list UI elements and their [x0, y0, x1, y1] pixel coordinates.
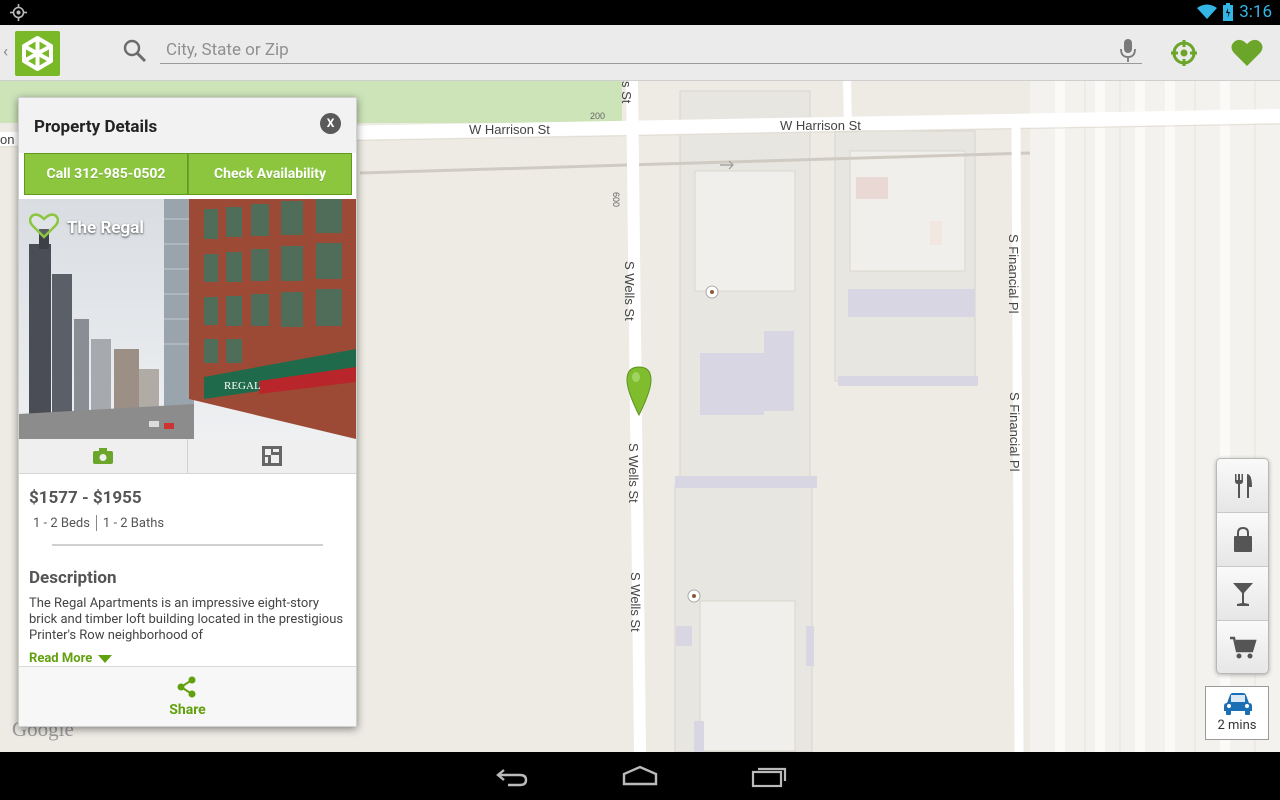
chevron-down-icon: [98, 654, 113, 663]
battery-icon: [1223, 3, 1234, 21]
share-label: Share: [169, 702, 206, 718]
street-number-label: 200: [590, 111, 606, 121]
floorplan-tab[interactable]: [187, 439, 356, 473]
wifi-icon: [1197, 4, 1218, 19]
favorite-heart-icon[interactable]: [29, 213, 59, 239]
street-label: s St: [619, 81, 634, 104]
price-range: $1577 - $1955: [29, 488, 142, 508]
share-button[interactable]: Share: [19, 666, 356, 726]
poi-toolbar: [1216, 458, 1269, 674]
locate-icon[interactable]: [1168, 37, 1200, 69]
street-label: S Financial Pl: [1007, 392, 1022, 472]
cocktail-icon: [1232, 582, 1253, 606]
up-caret-icon[interactable]: ‹: [3, 42, 8, 62]
read-more-link[interactable]: Read More: [29, 651, 113, 666]
car-icon: [1224, 693, 1252, 715]
search-icon[interactable]: [122, 38, 148, 64]
property-details-panel: Property Details X Call 312-985-0502 Che…: [18, 97, 357, 727]
search-input[interactable]: [160, 36, 1142, 64]
read-more-label: Read More: [29, 651, 93, 666]
nightlife-button[interactable]: [1217, 567, 1268, 621]
favorites-heart-icon[interactable]: [1230, 37, 1264, 69]
beds-count: 1 - 2 Beds: [33, 515, 90, 531]
back-icon[interactable]: [494, 764, 530, 788]
clock: 3:16: [1239, 2, 1272, 22]
street-label: S Financial Pl: [1006, 234, 1021, 314]
gps-icon: [10, 4, 27, 21]
system-navigation-bar: [0, 752, 1280, 800]
panel-header: Property Details X: [19, 98, 356, 153]
property-photo[interactable]: REGAL The Regal: [19, 199, 356, 439]
commute-time-button[interactable]: 2 mins: [1205, 686, 1269, 740]
street-label: W Harrison St: [780, 118, 861, 133]
camera-icon: [93, 448, 113, 464]
call-button[interactable]: Call 312-985-0502: [24, 153, 188, 195]
commute-time: 2 mins: [1217, 718, 1257, 733]
baths-count: 1 - 2 Baths: [102, 515, 165, 531]
shopping-button[interactable]: [1217, 513, 1268, 567]
photos-tab[interactable]: [19, 439, 187, 473]
floorplan-icon: [262, 446, 282, 466]
close-button[interactable]: X: [320, 113, 341, 134]
shopping-cart-icon: [1229, 636, 1257, 659]
divider: [52, 544, 323, 546]
app-logo[interactable]: [15, 31, 60, 76]
recent-apps-icon[interactable]: [751, 764, 787, 788]
street-label: S Wells St: [622, 261, 637, 321]
status-bar: 3:16: [0, 0, 1280, 25]
action-buttons: Call 312-985-0502 Check Availability: [24, 153, 352, 195]
svg-text:REGAL: REGAL: [224, 380, 261, 392]
microphone-icon[interactable]: [1118, 38, 1138, 64]
property-name: The Regal: [67, 218, 144, 238]
check-availability-button[interactable]: Check Availability: [188, 153, 352, 195]
fork-knife-icon: [1234, 473, 1252, 498]
shopping-bag-icon: [1233, 526, 1252, 552]
grocery-button[interactable]: [1217, 621, 1268, 673]
media-tabs: [19, 439, 356, 474]
street-label: S Wells St: [628, 572, 643, 632]
action-bar: ‹: [0, 25, 1280, 81]
beds-baths: 1 - 2 Beds 1 - 2 Baths: [33, 515, 164, 531]
street-label: W Harrison St: [469, 122, 550, 137]
street-label: S Wells St: [626, 443, 641, 503]
restaurants-button[interactable]: [1217, 459, 1268, 513]
panel-title: Property Details: [34, 117, 158, 137]
description-heading: Description: [29, 568, 117, 588]
home-icon[interactable]: [622, 764, 658, 788]
separator: [95, 515, 97, 531]
street-number-label: 600: [611, 192, 621, 208]
share-icon: [177, 676, 196, 698]
recycle-logo-icon: [22, 36, 53, 71]
description-text: The Regal Apartments is an impressive ei…: [29, 596, 344, 643]
